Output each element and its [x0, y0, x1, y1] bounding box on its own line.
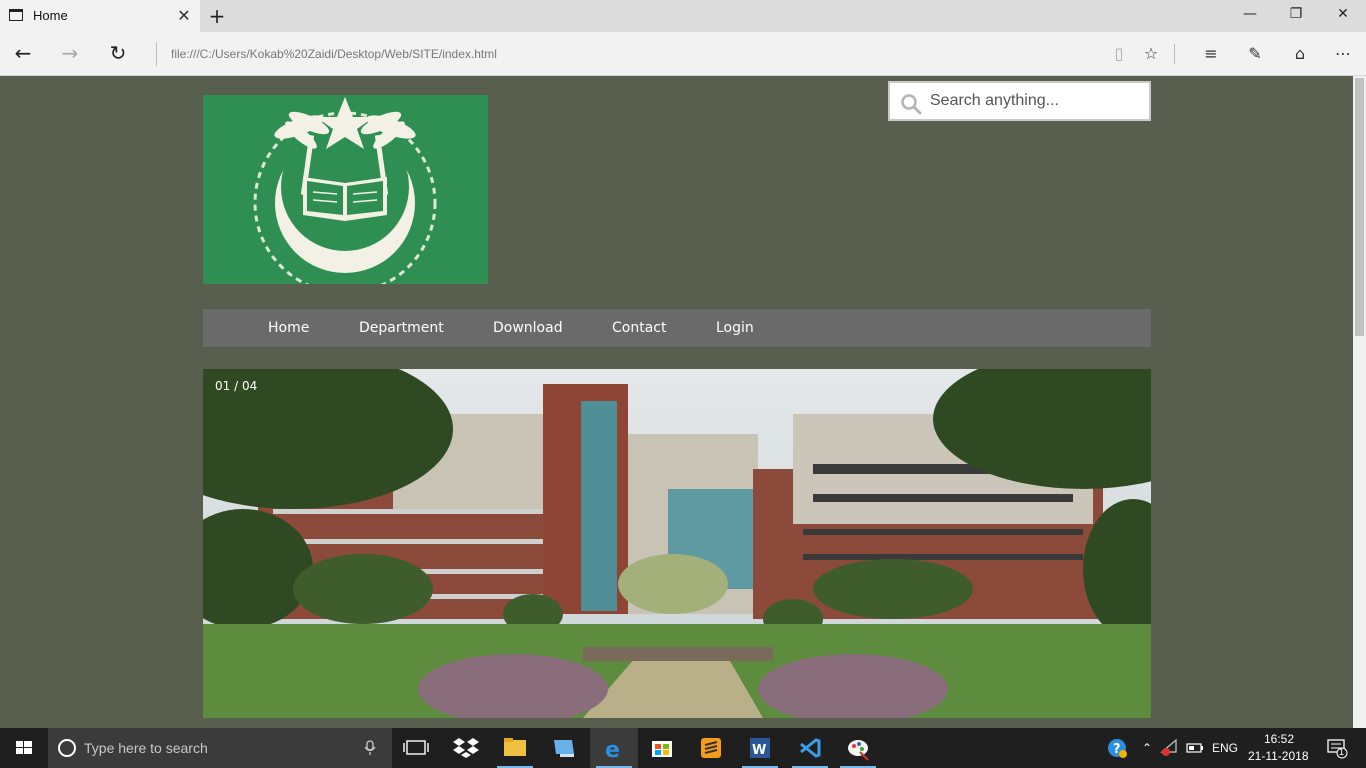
- dropbox-app[interactable]: [442, 728, 490, 768]
- microphone-icon[interactable]: [364, 740, 376, 756]
- battery-tray-button[interactable]: [1185, 728, 1205, 768]
- network-disconnected-icon: [1160, 738, 1177, 756]
- action-center-button[interactable]: 1: [1322, 728, 1352, 768]
- page-scrollbar[interactable]: [1353, 76, 1366, 728]
- computer-icon: [554, 740, 574, 757]
- edge-app[interactable]: e: [590, 728, 638, 768]
- taskbar-search-placeholder: Type here to search: [84, 740, 208, 756]
- scrollbar-thumb[interactable]: [1355, 78, 1364, 336]
- language-indicator[interactable]: ENG: [1212, 728, 1238, 768]
- slide-counter: 01 / 04: [215, 379, 258, 393]
- campus-building-photo: [203, 369, 1151, 718]
- taskbar-search[interactable]: Type here to search: [48, 728, 392, 768]
- nav-department[interactable]: Department: [359, 309, 444, 347]
- reading-view-icon[interactable]: ▯: [1107, 42, 1131, 66]
- vscode-app[interactable]: [786, 728, 834, 768]
- sublime-app[interactable]: [687, 728, 735, 768]
- this-pc-app[interactable]: [540, 728, 588, 768]
- paint-app[interactable]: [834, 728, 882, 768]
- site-logo: [203, 95, 488, 295]
- folder-icon: [504, 738, 526, 756]
- tab-bar: Home ✕ + — ❐ ✕: [0, 0, 1366, 32]
- edge-icon: e: [605, 738, 620, 763]
- close-tab-icon[interactable]: ✕: [176, 6, 192, 25]
- hub-icon[interactable]: ≡: [1199, 42, 1223, 66]
- store-app[interactable]: [638, 728, 686, 768]
- back-arrow-icon[interactable]: ←: [10, 42, 36, 66]
- notification-icon: [1327, 739, 1348, 759]
- task-view-icon: [403, 740, 429, 755]
- network-tray-button[interactable]: [1160, 728, 1180, 768]
- restore-icon[interactable]: ❐: [1286, 6, 1306, 22]
- help-icon: ?: [1108, 739, 1127, 758]
- search-box[interactable]: [888, 81, 1151, 121]
- word-app[interactable]: W: [736, 728, 784, 768]
- address-bar: ← → ↻ file:///C:/Users/Kokab%20Zaidi/Des…: [0, 32, 1366, 76]
- taskbar: Type here to search e W ? ⌃ ENG 16:52 21…: [0, 728, 1366, 768]
- vscode-icon: [800, 738, 821, 758]
- new-tab-button[interactable]: +: [206, 4, 228, 28]
- more-icon[interactable]: ⋯: [1331, 42, 1355, 66]
- nav-home[interactable]: Home: [268, 309, 309, 347]
- task-view-button[interactable]: [392, 728, 440, 768]
- tab-home[interactable]: Home ✕: [0, 0, 200, 32]
- search-input[interactable]: [930, 90, 1140, 112]
- main-nav: Home Department Download Contact Login: [203, 309, 1151, 347]
- file-explorer-app[interactable]: [491, 728, 539, 768]
- web-note-icon[interactable]: ✎: [1243, 42, 1267, 66]
- paint-icon: [848, 740, 869, 761]
- sublime-text-icon: [701, 738, 721, 758]
- help-tray-button[interactable]: ?: [1104, 728, 1130, 768]
- image-slider[interactable]: 01 / 04: [203, 369, 1151, 718]
- search-icon: [901, 94, 922, 115]
- chevron-up-icon[interactable]: ⌃: [1139, 728, 1155, 768]
- clock-date[interactable]: 21-11-2018: [1248, 749, 1309, 765]
- favorite-star-icon[interactable]: ☆: [1139, 42, 1163, 66]
- nav-contact[interactable]: Contact: [612, 309, 666, 347]
- close-window-icon[interactable]: ✕: [1333, 6, 1353, 22]
- tab-title: Home: [33, 8, 68, 23]
- nav-download[interactable]: Download: [493, 309, 563, 347]
- cortana-icon: [58, 739, 76, 757]
- battery-icon: [1186, 743, 1203, 753]
- nav-login[interactable]: Login: [716, 309, 754, 347]
- svg-text:W: W: [752, 743, 766, 758]
- minimize-icon[interactable]: —: [1240, 6, 1260, 22]
- refresh-icon[interactable]: ↻: [105, 42, 131, 66]
- notification-count: 1: [1339, 747, 1345, 757]
- share-icon[interactable]: ⌂: [1288, 42, 1312, 66]
- clock-time[interactable]: 16:52: [1264, 732, 1294, 748]
- store-icon: [652, 741, 672, 757]
- svg-text:e: e: [605, 738, 620, 763]
- forward-arrow-icon[interactable]: →: [57, 42, 83, 66]
- dropbox-icon: [453, 738, 479, 758]
- word-icon: W: [750, 738, 770, 758]
- windows-logo-icon: [16, 741, 32, 754]
- start-button[interactable]: [0, 728, 48, 768]
- toolbar-divider: [1174, 44, 1175, 64]
- url-field[interactable]: file:///C:/Users/Kokab%20Zaidi/Desktop/W…: [156, 42, 1096, 66]
- page-icon: [9, 9, 23, 21]
